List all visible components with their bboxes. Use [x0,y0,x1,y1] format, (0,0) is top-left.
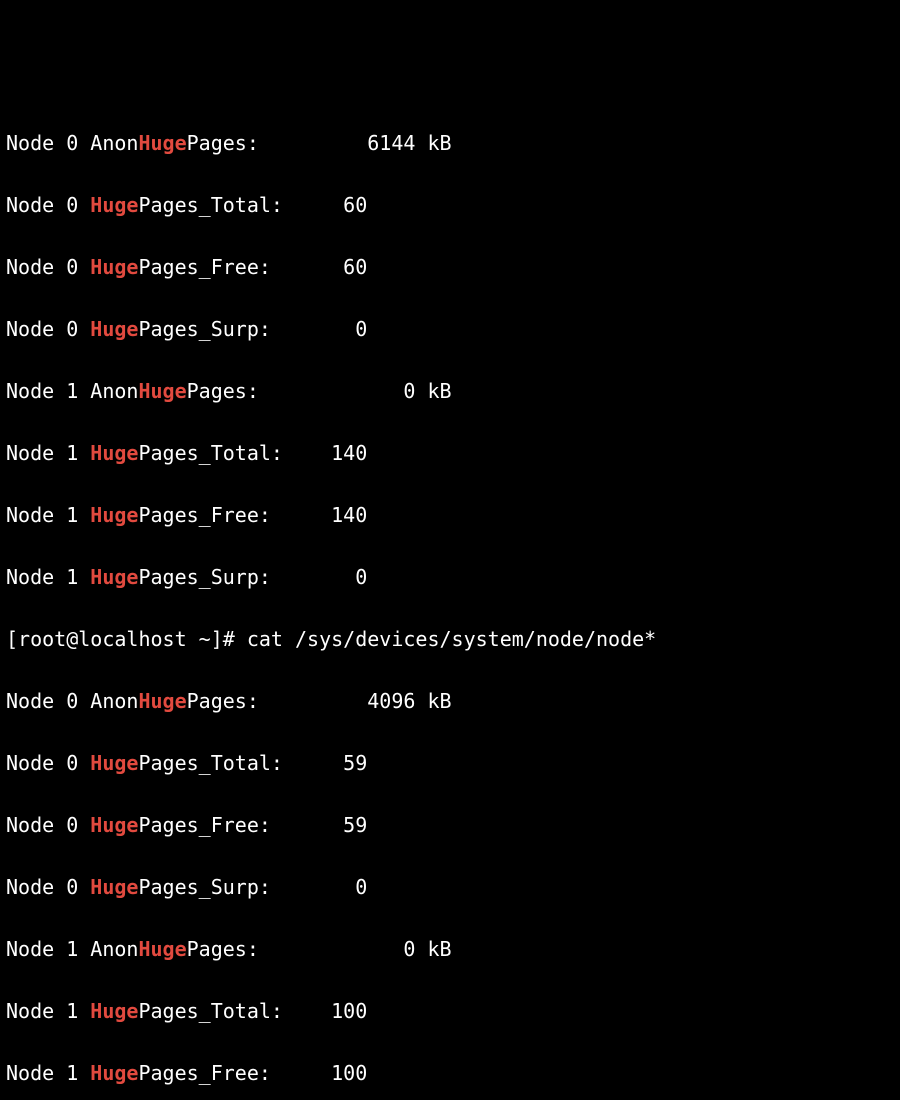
line-pre: Node 1 [6,565,90,589]
terminal-line: Node 1 HugePages_Surp: 0 [6,562,894,593]
highlight-huge: Huge [90,751,138,775]
line-pre: Node 0 [6,751,90,775]
line-post: Pages_Free: 100 [138,1061,367,1085]
line-pre: Node 0 [6,255,90,279]
line-post: Pages_Total: 100 [138,999,367,1023]
highlight-huge: Huge [90,999,138,1023]
highlight-huge: Huge [138,131,186,155]
highlight-huge: Huge [138,689,186,713]
line-post: Pages_Free: 140 [138,503,367,527]
terminal-line: Node 0 HugePages_Surp: 0 [6,314,894,345]
line-pre: Node 1 Anon [6,379,138,403]
command-text: cat /sys/devices/system/node/node* [247,627,656,651]
terminal-line: Node 1 AnonHugePages: 0 kB [6,376,894,407]
terminal-line: Node 1 AnonHugePages: 0 kB [6,934,894,965]
line-post: Pages_Surp: 0 [138,317,367,341]
line-post: Pages: 6144 kB [187,131,452,155]
line-pre: Node 0 Anon [6,131,138,155]
line-post: Pages_Free: 59 [138,813,367,837]
highlight-huge: Huge [90,565,138,589]
line-pre: Node 0 [6,875,90,899]
highlight-huge: Huge [90,875,138,899]
terminal-line: Node 0 HugePages_Free: 60 [6,252,894,283]
terminal-line: Node 0 HugePages_Surp: 0 [6,872,894,903]
line-post: Pages: 0 kB [187,379,452,403]
line-post: Pages_Total: 140 [138,441,367,465]
line-post: Pages_Surp: 0 [138,565,367,589]
line-post: Pages: 4096 kB [187,689,452,713]
line-pre: Node 1 [6,441,90,465]
line-pre: Node 1 Anon [6,937,138,961]
highlight-huge: Huge [90,813,138,837]
highlight-huge: Huge [90,193,138,217]
terminal-line: Node 0 HugePages_Free: 59 [6,810,894,841]
line-pre: Node 0 [6,317,90,341]
highlight-huge: Huge [90,255,138,279]
line-post: Pages: 0 kB [187,937,452,961]
terminal-line: Node 0 HugePages_Total: 60 [6,190,894,221]
terminal-line: Node 1 HugePages_Total: 140 [6,438,894,469]
terminal-line: Node 0 AnonHugePages: 6144 kB [6,128,894,159]
line-pre: Node 0 Anon [6,689,138,713]
terminal-line: Node 1 HugePages_Total: 100 [6,996,894,1027]
line-pre: Node 0 [6,193,90,217]
line-post: Pages_Total: 60 [138,193,367,217]
terminal-line: Node 0 HugePages_Total: 59 [6,748,894,779]
highlight-huge: Huge [138,937,186,961]
terminal-line: Node 0 AnonHugePages: 4096 kB [6,686,894,717]
line-pre: Node 1 [6,1061,90,1085]
line-pre: Node 1 [6,999,90,1023]
line-post: Pages_Total: 59 [138,751,367,775]
highlight-huge: Huge [90,1061,138,1085]
line-pre: Node 0 [6,813,90,837]
highlight-huge: Huge [90,503,138,527]
terminal-line: Node 1 HugePages_Free: 100 [6,1058,894,1089]
prompt-prefix: [root@localhost ~]# [6,627,247,651]
highlight-huge: Huge [90,441,138,465]
line-pre: Node 1 [6,503,90,527]
highlight-huge: Huge [138,379,186,403]
line-post: Pages_Surp: 0 [138,875,367,899]
command-prompt-line[interactable]: [root@localhost ~]# cat /sys/devices/sys… [6,624,894,655]
highlight-huge: Huge [90,317,138,341]
terminal-line: Node 1 HugePages_Free: 140 [6,500,894,531]
line-post: Pages_Free: 60 [138,255,367,279]
